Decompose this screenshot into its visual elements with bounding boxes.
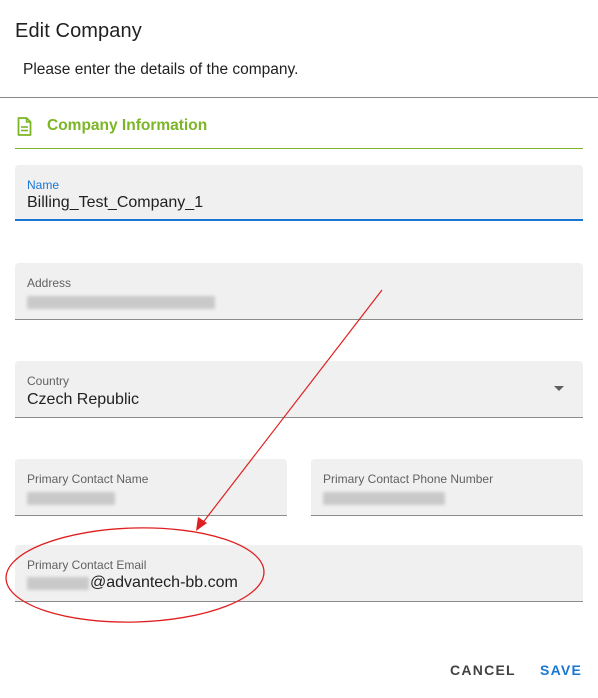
contact-email-label: Primary Contact Email: [27, 558, 147, 572]
address-field-label: Address: [27, 276, 72, 290]
dialog-subtitle: Please enter the details of the company.: [23, 61, 299, 78]
contact-email-field[interactable]: Primary Contact Email @advantech-bb.com: [15, 545, 583, 602]
address-field[interactable]: Address: [15, 263, 583, 320]
contact-name-label: Primary Contact Name: [27, 472, 149, 486]
name-field-label: Name: [27, 178, 60, 192]
annotation-arrowhead: [196, 517, 207, 531]
cancel-button[interactable]: CANCEL: [450, 662, 516, 678]
redacted-text: [27, 492, 115, 506]
contact-phone-value[interactable]: [323, 490, 445, 508]
section-divider: [15, 148, 583, 149]
contact-email-value[interactable]: @advantech-bb.com: [27, 574, 238, 592]
section-header: Company Information: [15, 113, 207, 139]
contact-name-value[interactable]: [27, 490, 115, 508]
contact-phone-field[interactable]: Primary Contact Phone Number: [311, 459, 583, 516]
redacted-text: [27, 576, 89, 590]
title-divider: [0, 97, 598, 98]
country-field-value: Czech Republic: [27, 391, 140, 408]
country-field-label: Country: [27, 374, 70, 388]
redacted-text: [27, 296, 215, 310]
dialog-title: Edit Company: [15, 20, 142, 42]
document-icon: [15, 115, 33, 137]
address-field-value[interactable]: [27, 294, 215, 312]
contact-phone-label: Primary Contact Phone Number: [323, 472, 494, 486]
contact-name-field[interactable]: Primary Contact Name: [15, 459, 287, 516]
country-select[interactable]: Country Czech Republic: [15, 361, 583, 418]
section-title: Company Information: [47, 117, 208, 134]
name-field-value[interactable]: Billing_Test_Company_1: [27, 194, 203, 212]
redacted-text: [323, 492, 445, 506]
email-domain-text: @advantech-bb.com: [90, 574, 238, 591]
name-field[interactable]: Name Billing_Test_Company_1: [15, 165, 583, 221]
save-button[interactable]: SAVE: [540, 662, 582, 678]
dropdown-arrow-icon[interactable]: [554, 386, 564, 391]
